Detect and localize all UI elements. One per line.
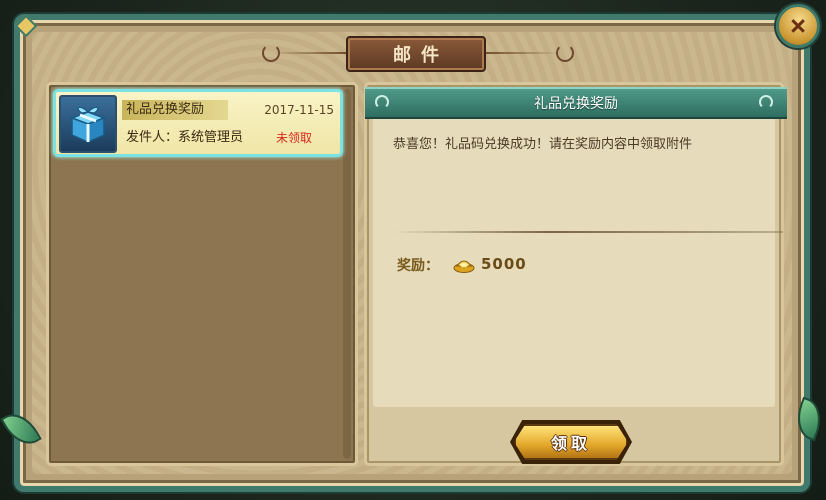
mail-sender: 发件人：系统管理员 [126, 130, 244, 145]
mail-subject: 礼品兑换奖励 [126, 102, 205, 117]
header-curl-icon [375, 95, 389, 109]
mail-body-text: 恭喜您！礼品码兑换成功！请在奖励内容中领取附件 [393, 137, 693, 152]
game-scene: 邮件 + 礼品兑换奖励 2017-11-15 发件人：系统管理员 未领取 恭喜您… [0, 0, 826, 500]
reward-value: 5000 [481, 255, 527, 273]
mail-detail-panel: 恭喜您！礼品码兑换成功！请在奖励内容中领取附件 奖励： 5000 礼品兑换奖励 [364, 82, 787, 466]
title-curl-icon [262, 44, 280, 62]
header-curl-icon [759, 95, 773, 109]
gift-box-icon [59, 95, 117, 153]
mail-status-badge: 未领取 [276, 131, 313, 145]
claim-button[interactable]: 领取 [514, 424, 628, 460]
title-divider-right [482, 52, 560, 54]
window-title: 邮件 [346, 36, 486, 72]
mail-detail-header: 礼品兑换奖励 [365, 87, 787, 119]
claim-button-label: 领取 [550, 434, 591, 453]
mail-content-area: 恭喜您！礼品码兑换成功！请在奖励内容中领取附件 奖励： 5000 [373, 91, 783, 407]
mail-list-scrollbar[interactable] [343, 89, 351, 459]
reward-label: 奖励： [397, 258, 439, 274]
title-divider-left [270, 52, 348, 54]
title-curl-icon [556, 44, 574, 62]
mail-list-item[interactable]: 礼品兑换奖励 2017-11-15 发件人：系统管理员 未领取 [53, 89, 343, 157]
gold-ingot-icon [453, 260, 475, 273]
mail-detail-title: 礼品兑换奖励 [534, 96, 618, 112]
content-divider [393, 231, 783, 233]
mail-list-panel: 礼品兑换奖励 2017-11-15 发件人：系统管理员 未领取 [46, 82, 358, 466]
close-icon: + [779, 7, 817, 45]
mail-date: 2017-11-15 [264, 103, 334, 117]
